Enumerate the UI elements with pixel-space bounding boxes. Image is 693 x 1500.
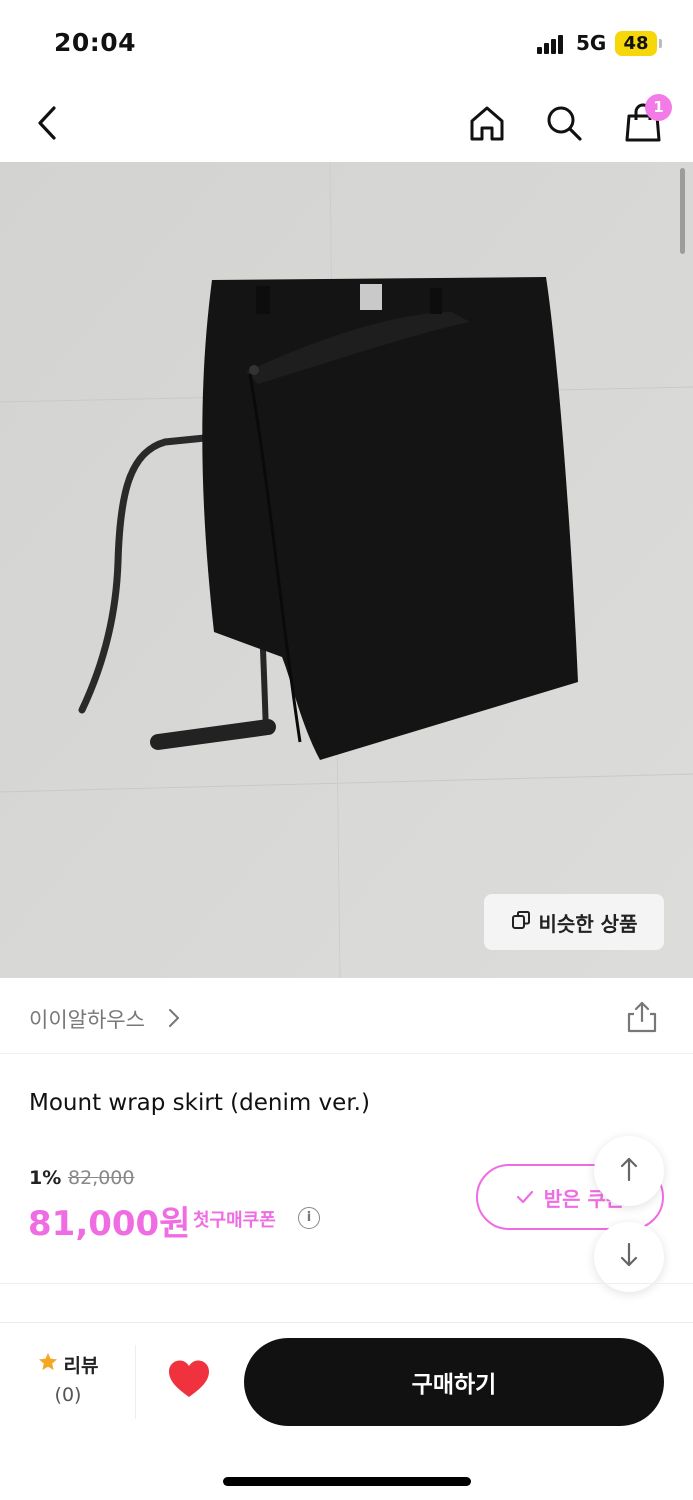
battery-tip	[659, 39, 662, 48]
cart-count-badge: 1	[645, 94, 672, 121]
section-divider	[0, 1283, 693, 1284]
home-indicator	[223, 1477, 471, 1486]
heart-icon[interactable]	[167, 1359, 211, 1403]
review-label-row: 리뷰	[38, 1351, 99, 1378]
check-icon	[516, 1185, 534, 1209]
product-title: Mount wrap skirt (denim ver.)	[29, 1090, 370, 1116]
brand-name-link[interactable]: 이이알하우스	[29, 1004, 145, 1034]
original-price: 82,000	[68, 1167, 135, 1189]
status-bar: 20:04 5G 48	[0, 0, 693, 84]
network-label: 5G	[576, 31, 607, 55]
search-icon[interactable]	[542, 101, 586, 145]
review-button[interactable]: 리뷰 (0)	[30, 1351, 106, 1411]
arrow-down-icon	[619, 1242, 639, 1272]
scroll-to-top-button[interactable]	[594, 1136, 664, 1206]
sale-price: 81,000원	[28, 1204, 191, 1244]
share-icon[interactable]	[626, 1000, 658, 1038]
status-time: 20:04	[54, 28, 137, 57]
bar-divider	[135, 1345, 136, 1419]
scroll-to-bottom-button[interactable]	[594, 1222, 664, 1292]
review-label: 리뷰	[63, 1355, 99, 1377]
chevron-right-icon	[168, 1008, 180, 1032]
copy-icon	[511, 910, 531, 935]
brand-row: 이이알하우스	[0, 978, 693, 1054]
similar-products-label: 비슷한 상품	[538, 911, 638, 936]
similar-products-button[interactable]: 비슷한 상품	[484, 894, 664, 950]
bottom-action-bar: 리뷰 (0) 구매하기	[0, 1322, 693, 1500]
battery-icon: 48	[615, 31, 657, 56]
home-icon[interactable]	[465, 101, 509, 145]
info-icon[interactable]: i	[298, 1207, 320, 1229]
star-icon	[38, 1352, 58, 1377]
back-icon[interactable]	[26, 101, 70, 145]
product-image[interactable]	[0, 162, 693, 978]
nav-bar	[0, 84, 693, 162]
buy-button[interactable]: 구매하기	[244, 1338, 664, 1426]
first-purchase-coupon-label: 첫구매쿠폰	[193, 1210, 276, 1231]
arrow-up-icon	[619, 1156, 639, 1186]
signal-icon	[537, 34, 567, 54]
review-count: (0)	[54, 1384, 82, 1406]
image-scroll-indicator	[680, 168, 685, 254]
discount-rate: 1%	[29, 1167, 62, 1189]
